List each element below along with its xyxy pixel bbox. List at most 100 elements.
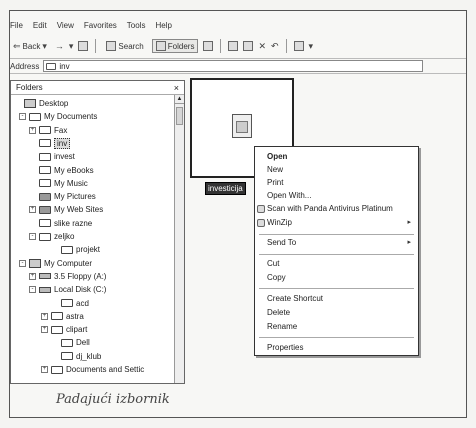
menu-item-create-shortcut[interactable]: Create Shortcut	[267, 294, 417, 303]
tree-item-label: 3.5 Floppy (A:)	[54, 271, 107, 281]
collapse-icon[interactable]: -	[19, 113, 26, 121]
folder-icon	[51, 365, 63, 374]
tree-item[interactable]: + clipart	[41, 323, 87, 336]
expand-icon[interactable]: +	[29, 206, 36, 214]
tree-scrollbar[interactable]: ▲	[174, 95, 184, 383]
menu-item-delete[interactable]: Delete	[267, 308, 417, 317]
menu-item-rename[interactable]: Rename	[267, 322, 417, 331]
tree-item[interactable]: - My Computer	[19, 257, 92, 270]
menu-item-label: Create Shortcut	[267, 294, 324, 303]
tree-item[interactable]: My eBooks	[29, 164, 94, 177]
chevron-down-icon[interactable]: ▾	[69, 41, 74, 52]
menu-item-winzip[interactable]: WinZip ▸	[267, 218, 417, 227]
tree-item-label: Dell	[76, 338, 90, 348]
expand-icon[interactable]: +	[41, 326, 48, 334]
folder-icon	[46, 62, 57, 70]
toolbar-divider	[285, 39, 287, 53]
chevron-down-icon[interactable]: ▾	[309, 41, 314, 52]
tree-item[interactable]: invest	[29, 150, 75, 163]
collapse-icon[interactable]: -	[29, 233, 36, 240]
menu-item-label: Delete	[267, 308, 291, 317]
tree-item[interactable]: acd	[51, 297, 89, 310]
toolbar-divider	[220, 39, 222, 53]
history-icon[interactable]	[203, 41, 214, 51]
folder-icon	[39, 205, 51, 214]
document-icon	[232, 114, 252, 138]
tree-item[interactable]: + Fax	[29, 124, 67, 137]
expand-icon[interactable]: +	[41, 312, 48, 320]
menu-tools[interactable]: Tools	[127, 21, 146, 30]
delete-icon[interactable]: ✕	[258, 41, 266, 52]
tree-item[interactable]: +3.5 Floppy (A:)	[29, 270, 106, 283]
tree-item[interactable]: slike razne	[29, 217, 92, 230]
menu-item-open[interactable]: Open	[267, 152, 417, 161]
menu-item-label: New	[267, 165, 284, 174]
up-folder-icon[interactable]	[78, 41, 89, 51]
address-input[interactable]: inv	[43, 60, 424, 72]
menu-file[interactable]: File	[10, 21, 23, 30]
tree-item-label: My eBooks	[54, 165, 94, 175]
folder-icon	[39, 192, 51, 201]
tree-item[interactable]: - My Documents	[19, 110, 97, 123]
tree-item-label: My Computer	[44, 258, 93, 268]
menu-separator	[259, 288, 414, 289]
tree-item[interactable]: - Local Disk (C:)	[29, 283, 106, 296]
folder-icon	[39, 152, 51, 161]
scroll-thumb[interactable]	[176, 107, 183, 125]
tree-item[interactable]: Dell	[51, 336, 90, 349]
back-button[interactable]: ⇐ Back ▾	[10, 40, 50, 53]
menu-item-print[interactable]: Print	[267, 178, 417, 187]
copy-to-icon[interactable]	[243, 41, 254, 51]
menu-item-label: Scan with Panda Antivirus Platinum	[267, 204, 393, 213]
expand-icon[interactable]: +	[41, 366, 48, 373]
folder-icon	[61, 338, 73, 347]
tree-item[interactable]: dj_klub	[51, 350, 101, 363]
tree-item-label: My Pictures	[54, 192, 96, 202]
menu-view[interactable]: View	[57, 21, 74, 30]
close-icon[interactable]: ×	[174, 83, 179, 93]
menu-item-new[interactable]: New	[267, 165, 417, 174]
move-to-icon[interactable]	[228, 41, 239, 51]
collapse-icon[interactable]: -	[19, 259, 26, 267]
collapse-icon[interactable]: -	[29, 286, 36, 294]
folder-tree: Desktop - My Documents + Fax inv invest My eBoo…	[11, 97, 174, 383]
views-icon[interactable]	[293, 41, 304, 51]
expand-icon[interactable]: +	[29, 126, 36, 134]
menu-item-label: Rename	[267, 322, 298, 331]
tree-item[interactable]: + astra	[41, 310, 84, 323]
folders-label: Folders	[167, 41, 195, 51]
menu-item-scan-with-panda-antivirus-platinum[interactable]: Scan with Panda Antivirus Platinum	[267, 204, 417, 213]
forward-arrow-icon[interactable]: →	[55, 41, 64, 51]
menu-item-properties[interactable]: Properties	[267, 343, 417, 352]
tree-item-label: Fax	[54, 125, 68, 135]
tree-item[interactable]: projekt	[51, 243, 100, 256]
menu-edit[interactable]: Edit	[33, 21, 47, 30]
menu-favorites[interactable]: Favorites	[84, 21, 117, 30]
tree-item[interactable]: inv	[29, 137, 71, 150]
file-label[interactable]: investicija	[205, 182, 246, 195]
tree-item[interactable]: Desktop	[14, 97, 68, 110]
desktop-icon	[24, 99, 36, 108]
tree-item-label: clipart	[66, 325, 88, 335]
menu-help[interactable]: Help	[155, 21, 171, 30]
search-button[interactable]: Search	[103, 40, 146, 52]
folder-icon	[61, 352, 73, 361]
address-value: inv	[59, 61, 70, 71]
menu-item-cut[interactable]: Cut	[267, 259, 417, 268]
tree-item-label: Desktop	[39, 99, 69, 108]
menu-bar: File Edit View Favorites Tools Help	[10, 18, 172, 32]
tree-item[interactable]: + My Web Sites	[29, 203, 103, 216]
scroll-up-icon[interactable]: ▲	[175, 95, 184, 104]
submenu-arrow-icon: ▸	[407, 239, 411, 246]
folders-button[interactable]: Folders	[151, 39, 199, 53]
tree-item[interactable]: + Documents and Settic	[41, 363, 144, 376]
menu-item-label: Properties	[267, 343, 304, 352]
expand-icon[interactable]: +	[29, 272, 36, 280]
tree-item[interactable]: My Music	[29, 177, 88, 190]
menu-item-send-to[interactable]: Send To ▸	[267, 238, 417, 247]
menu-item-copy[interactable]: Copy	[267, 273, 417, 282]
tree-item[interactable]: My Pictures	[29, 190, 96, 203]
tree-item[interactable]: - zeljko	[29, 230, 74, 243]
menu-item-open-with[interactable]: Open With...	[267, 191, 417, 200]
undo-icon[interactable]: ↶	[271, 41, 279, 52]
